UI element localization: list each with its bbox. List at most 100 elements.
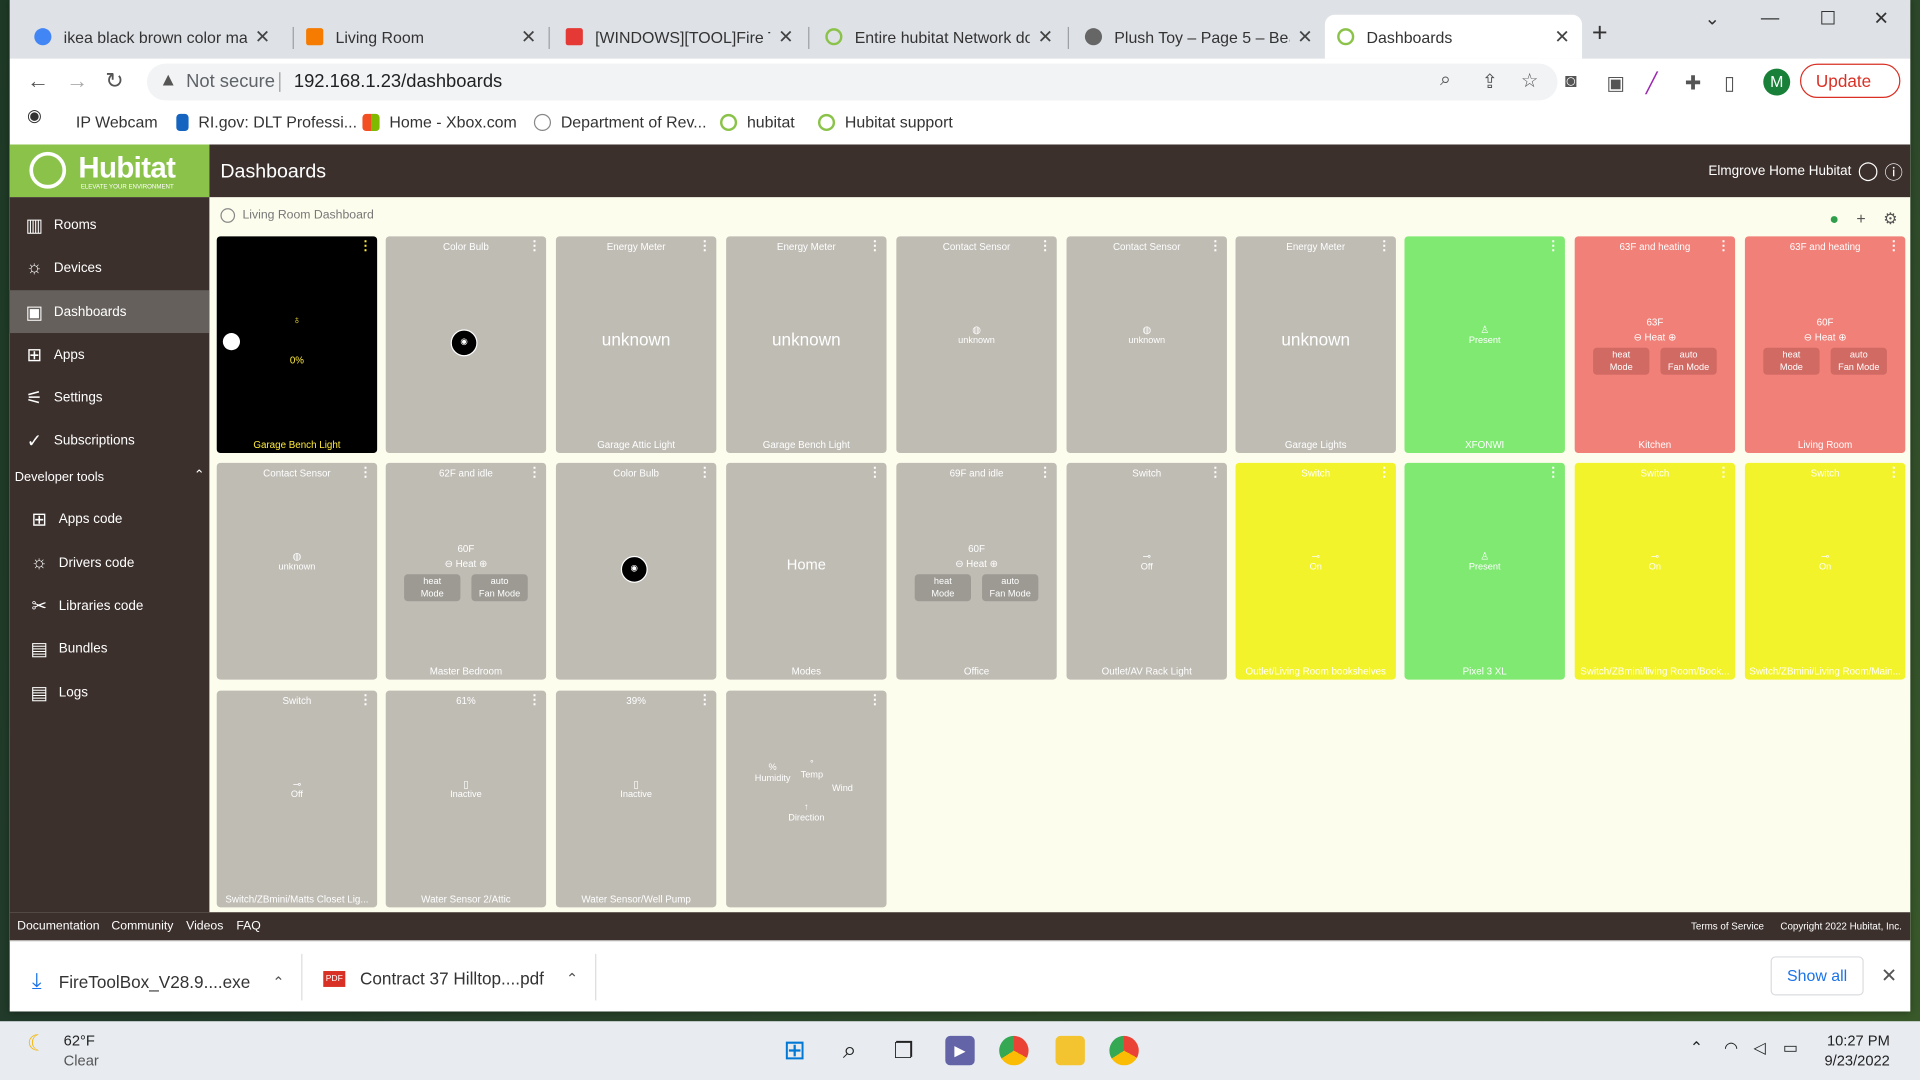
close-icon[interactable]: ✕ — [1297, 26, 1312, 48]
tile-menu-icon[interactable]: ⋮ — [698, 466, 711, 479]
sidebar-item-dashboards[interactable]: ▣ Dashboards — [9, 290, 210, 334]
pen-extension-icon[interactable]: ╱ — [1646, 71, 1658, 95]
address-bar[interactable]: ▲ Not secure 192.168.1.23/dashboards ⌕ ⇪… — [146, 63, 1558, 101]
weather-widget[interactable]: 62°F Clear — [64, 1031, 99, 1070]
close-icon[interactable]: ✕ — [778, 26, 793, 48]
tile-energy-meter[interactable]: Energy Meter ⋮ unknown Garage Bench Light — [726, 236, 887, 454]
chrome-icon[interactable] — [999, 1035, 1029, 1066]
share-icon[interactable]: ⇪ — [1482, 70, 1498, 94]
tile-menu-icon[interactable]: ⋮ — [359, 694, 372, 707]
tab-plush-toy[interactable]: Plush Toy – Page 5 – Bear F✕ — [1073, 15, 1325, 59]
update-button[interactable]: Update ⋮ — [1800, 63, 1901, 122]
tile-switch[interactable]: Switch ⋮ ⊸ Off Switch/ZBmini/Matts Closet… — [216, 690, 378, 908]
tile-color-bulb[interactable]: Color Bulb ⋮ ◉ — [385, 236, 547, 454]
forward-button[interactable]: → — [66, 69, 88, 95]
bookmark-hubitat[interactable]: hubitat — [720, 113, 795, 131]
close-icon[interactable]: ✕ — [1554, 26, 1569, 48]
sidebar-item-bundles[interactable]: ▤ Bundles — [10, 627, 210, 670]
sidebar-item-logs[interactable]: ▤ Logs — [10, 671, 210, 714]
footer-link-documentation[interactable]: Documentation — [17, 920, 99, 933]
tab-google-search[interactable]: ikea black brown color mat ✕ — [22, 15, 294, 59]
mode-button[interactable]: heat Mode — [1763, 347, 1820, 375]
tab-hubitat-network[interactable]: Entire hubitat Network dov ✕ — [813, 15, 1065, 59]
url-text[interactable]: 192.168.1.23/dashboards — [294, 71, 502, 92]
fan-mode-button[interactable]: auto Fan Mode — [1660, 347, 1717, 375]
tile-menu-icon[interactable]: ⋮ — [1209, 466, 1222, 479]
chrome-profile-icon[interactable] — [1109, 1035, 1139, 1066]
chevron-up-icon[interactable]: ⌃ — [272, 973, 284, 990]
fan-mode-button[interactable]: auto Fan Mode — [1830, 347, 1887, 375]
tile-color-bulb[interactable]: Color Bulb ⋮ ◉ — [555, 462, 717, 680]
decrease-icon[interactable]: ⊖ — [1804, 332, 1812, 343]
tile-menu-icon[interactable]: ⋮ — [528, 694, 541, 707]
sidebar-item-drivers-code[interactable]: ☼ Drivers code — [10, 541, 210, 584]
sidebar-item-devices[interactable]: ☼ Devices — [10, 246, 210, 289]
tab-search-icon[interactable]: ⌄ — [1704, 7, 1719, 30]
bookmark-hubitat-support[interactable]: Hubitat support — [817, 113, 953, 131]
profile-avatar[interactable]: M — [1763, 68, 1791, 96]
tile-menu-icon[interactable]: ⋮ — [698, 239, 711, 252]
bulb-power-icon[interactable]: ◉ — [450, 329, 478, 357]
sidebar-item-subscriptions[interactable]: ✓ Subscriptions — [10, 419, 210, 462]
tile-menu-icon[interactable]: ⋮ — [868, 239, 881, 252]
tile-switch[interactable]: Switch ⋮ ⊸ On Outlet/Living Room bookshel… — [1235, 462, 1396, 680]
footer-link-faq[interactable]: FAQ — [236, 920, 261, 933]
file-explorer-icon[interactable] — [1055, 1035, 1085, 1066]
sidebar-item-apps[interactable]: ⊞ Apps — [10, 333, 210, 376]
camera-bookmark-icon[interactable]: ◉ — [27, 105, 42, 126]
tile-menu-icon[interactable]: ⋮ — [1038, 466, 1051, 479]
tile-switch[interactable]: Switch ⋮ ⊸ Off Outlet/AV Rack Light — [1066, 462, 1227, 680]
tile-contact-sensor[interactable]: Contact Sensor ⋮ ◍ unknown — [216, 462, 378, 680]
chevron-up-icon[interactable]: ⌃ — [566, 970, 578, 987]
tile-menu-icon[interactable]: ⋮ — [1547, 466, 1560, 479]
tile-menu-icon[interactable]: ⋮ — [1717, 239, 1730, 252]
wifi-icon[interactable]: ◠ — [1724, 1038, 1738, 1058]
tile-menu-icon[interactable]: ⋮ — [1038, 239, 1051, 252]
battery-icon[interactable]: ▭ — [1783, 1038, 1798, 1058]
tile-contact-sensor[interactable]: Contact Sensor ⋮ ◍ unknown — [896, 236, 1057, 454]
tile-menu-icon[interactable]: ⋮ — [868, 466, 881, 479]
tile-thermostat-living-room[interactable]: 63F and heating ⋮ 60F ⊖ Heat ⊕ heat Mode a… — [1744, 236, 1906, 454]
maximize-button[interactable]: ☐ — [1820, 7, 1836, 30]
teams-icon[interactable]: ▶ — [945, 1035, 975, 1066]
tile-menu-icon[interactable]: ⋮ — [1717, 466, 1730, 479]
bulb-power-icon[interactable]: ◉ — [620, 555, 648, 583]
sidebar-item-rooms[interactable]: ▥ Rooms — [10, 203, 210, 246]
close-icon[interactable]: ✕ — [1881, 964, 1897, 988]
reload-button[interactable]: ↻ — [105, 69, 123, 95]
tile-energy-meter[interactable]: Energy Meter ⋮ unknown Garage Lights — [1235, 236, 1396, 454]
hub-name[interactable]: Elmgrove Home Hubitat — [1708, 164, 1851, 179]
dimmer-handle[interactable] — [222, 333, 241, 351]
sidepanel-icon[interactable]: ▯ — [1724, 71, 1735, 95]
start-icon[interactable]: ⊞ — [780, 1035, 809, 1065]
sidebar-item-settings[interactable]: ⚟ Settings — [10, 376, 210, 419]
window-close-button[interactable]: ✕ — [1873, 7, 1888, 30]
task-view-icon[interactable]: ❐ — [889, 1036, 918, 1065]
close-icon[interactable]: ✕ — [255, 26, 270, 48]
bookmark-xbox[interactable]: Home - Xbox.com — [362, 113, 517, 131]
new-tab-button[interactable]: + — [1592, 17, 1608, 49]
tile-modes[interactable]: ⋮ Home Modes — [726, 462, 887, 680]
developer-tools-toggle[interactable]: Developer tools ⌃ — [15, 468, 205, 485]
show-all-button[interactable]: Show all — [1770, 956, 1864, 996]
increase-icon[interactable]: ⊕ — [479, 558, 487, 569]
decrease-icon[interactable]: ⊖ — [445, 558, 453, 569]
tile-menu-icon[interactable]: ⋮ — [528, 239, 541, 252]
extension-icon[interactable]: ▣ — [1607, 71, 1626, 95]
tile-weather[interactable]: ⋮ % Humidity ° Temp Wind ↑ Direction — [726, 690, 887, 908]
terms-link[interactable]: Terms of Service — [1691, 921, 1764, 932]
tab-dashboards[interactable]: Dashboards ✕ — [1324, 14, 1583, 59]
increase-icon[interactable]: ⊕ — [990, 558, 998, 569]
back-button[interactable]: ← — [27, 69, 49, 95]
sidebar-item-libraries-code[interactable]: ✂ Libraries code — [10, 584, 210, 627]
tab-firetool[interactable]: [WINDOWS][TOOL]Fire Too✕ — [553, 15, 805, 59]
tile-switch[interactable]: Switch ⋮ ⊸ On Switch/ZBmini/Living Room/M… — [1744, 462, 1906, 680]
clock[interactable]: 10:27 PM 9/23/2022 — [1824, 1031, 1889, 1070]
footer-link-community[interactable]: Community — [111, 920, 173, 933]
camera-icon[interactable]: ◙ — [1565, 71, 1577, 93]
tile-menu-icon[interactable]: ⋮ — [359, 466, 372, 479]
chevron-up-icon[interactable]: ⌃ — [1690, 1038, 1703, 1058]
bookmark-ip-webcam[interactable]: IP Webcam — [76, 113, 158, 131]
tile-garage-bench-light[interactable]: ⋮ ♁ 0% Garage Bench Light — [216, 236, 378, 454]
bookmark-ri-gov[interactable]: RI.gov: DLT Professi... — [176, 113, 357, 131]
